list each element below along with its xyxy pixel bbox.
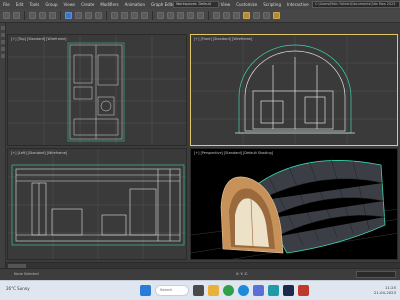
menu-modifiers[interactable]: Modifiers [97,2,121,7]
select-object-icon[interactable] [65,12,72,19]
unlink-icon[interactable] [39,12,46,19]
taskbar-icons: Search [140,285,309,296]
scale-icon[interactable] [131,12,138,19]
mirror-icon[interactable] [187,12,194,19]
clock-date: 21-04-2023 [373,290,396,295]
rotate-icon[interactable] [121,12,128,19]
photoshop-icon[interactable] [283,285,294,296]
bind-spacewarp-icon[interactable] [49,12,56,19]
store-icon[interactable] [253,285,264,296]
left-view-drawing [8,149,186,259]
menu-tools[interactable]: Tools [26,2,42,7]
perspective-pod-render [191,158,397,259]
window-crossing-icon[interactable] [95,12,102,19]
viewport-front[interactable]: [+] [Front] [Standard] [Wireframe] [190,34,398,146]
curve-editor-icon[interactable] [223,12,230,19]
toolbar-separator [24,11,25,20]
menu-bar: File Edit Tools Group Views Create Modif… [0,0,400,9]
strip-button[interactable] [1,26,5,30]
layer-explorer-icon[interactable] [213,12,220,19]
strip-button[interactable] [1,40,5,44]
strip-button[interactable] [1,47,5,51]
undo-icon[interactable] [3,12,10,19]
viewport-perspective[interactable]: [+] [Perspective] [Standard] [Default Sh… [190,148,398,260]
menu-create[interactable]: Create [78,2,97,7]
task-view-icon[interactable] [193,285,204,296]
toolbar-separator [106,11,107,20]
snaps-icon[interactable] [157,12,164,19]
set-key-box[interactable] [356,271,396,278]
workspace-selector[interactable]: Workspaces: Default [173,1,219,8]
rendered-frame-icon[interactable] [263,12,270,19]
place-icon[interactable] [141,12,148,19]
autocad-icon[interactable] [298,285,309,296]
start-icon[interactable] [140,285,151,296]
status-bar: None Selected X: Y: Z: [0,268,400,280]
render-setup-icon[interactable] [253,12,260,19]
redo-icon[interactable] [13,12,20,19]
viewport-label[interactable]: [+] [Front] [Standard] [Wireframe] [194,37,252,41]
coordinate-readout[interactable]: X: Y: Z: [236,272,248,276]
menu-views[interactable]: Views [61,2,79,7]
strip-button[interactable] [1,33,5,37]
menu-scripting[interactable]: Scripting [260,2,284,7]
menu-file[interactable]: File [0,2,13,7]
left-command-strip [0,23,6,275]
selection-status: None Selected [14,272,39,276]
viewport-top[interactable]: [+] [Top] [Standard] [Wireframe] [7,34,187,146]
render-icon[interactable] [273,12,280,19]
menu-animation[interactable]: Animation [122,2,148,7]
3dsmax-taskbar-icon[interactable] [268,285,279,296]
select-by-name-icon[interactable] [75,12,82,19]
front-view-drawing [191,35,397,145]
toolbar-separator [208,11,209,20]
file-explorer-icon[interactable] [208,285,219,296]
system-tray[interactable]: 11:25 21-04-2023 [374,285,396,295]
menu-edit[interactable]: Edit [13,2,27,7]
menu-interactive[interactable]: Interactive [284,2,312,7]
chrome-icon[interactable] [223,285,234,296]
menu-group[interactable]: Group [42,2,60,7]
move-icon[interactable] [111,12,118,19]
taskbar-search-box[interactable]: Search [155,285,189,296]
toolbar-separator [60,11,61,20]
rectangular-selection-icon[interactable] [85,12,92,19]
viewport-label[interactable]: [+] [Top] [Standard] [Wireframe] [11,37,66,41]
toolbar-separator [152,11,153,20]
percent-snap-icon[interactable] [177,12,184,19]
top-view-drawing [8,35,186,145]
align-icon[interactable] [197,12,204,19]
3dsmax-window: File Edit Tools Group Views Create Modif… [0,0,400,300]
weather-widget[interactable]: 26°C Sunny [6,286,30,291]
viewport-label[interactable]: [+] [Perspective] [Standard] [Default Sh… [194,151,273,155]
link-icon[interactable] [29,12,36,19]
viewport-left[interactable]: [+] [Left] [Standard] [Wireframe] [7,148,187,260]
project-path-field[interactable]: C:\Users\Main Folder\Documents\3ds Max 2… [312,1,400,8]
edge-icon[interactable] [238,285,249,296]
main-toolbar [0,9,400,23]
viewport-label[interactable]: [+] [Left] [Standard] [Wireframe] [11,151,67,155]
angle-snap-icon[interactable] [167,12,174,19]
schematic-view-icon[interactable] [233,12,240,19]
strip-button[interactable] [1,54,5,58]
menu-customize[interactable]: Customize [233,2,260,7]
material-editor-icon[interactable] [243,12,250,19]
windows-taskbar: 26°C Sunny Search 11:25 21-04-2023 [0,280,400,300]
